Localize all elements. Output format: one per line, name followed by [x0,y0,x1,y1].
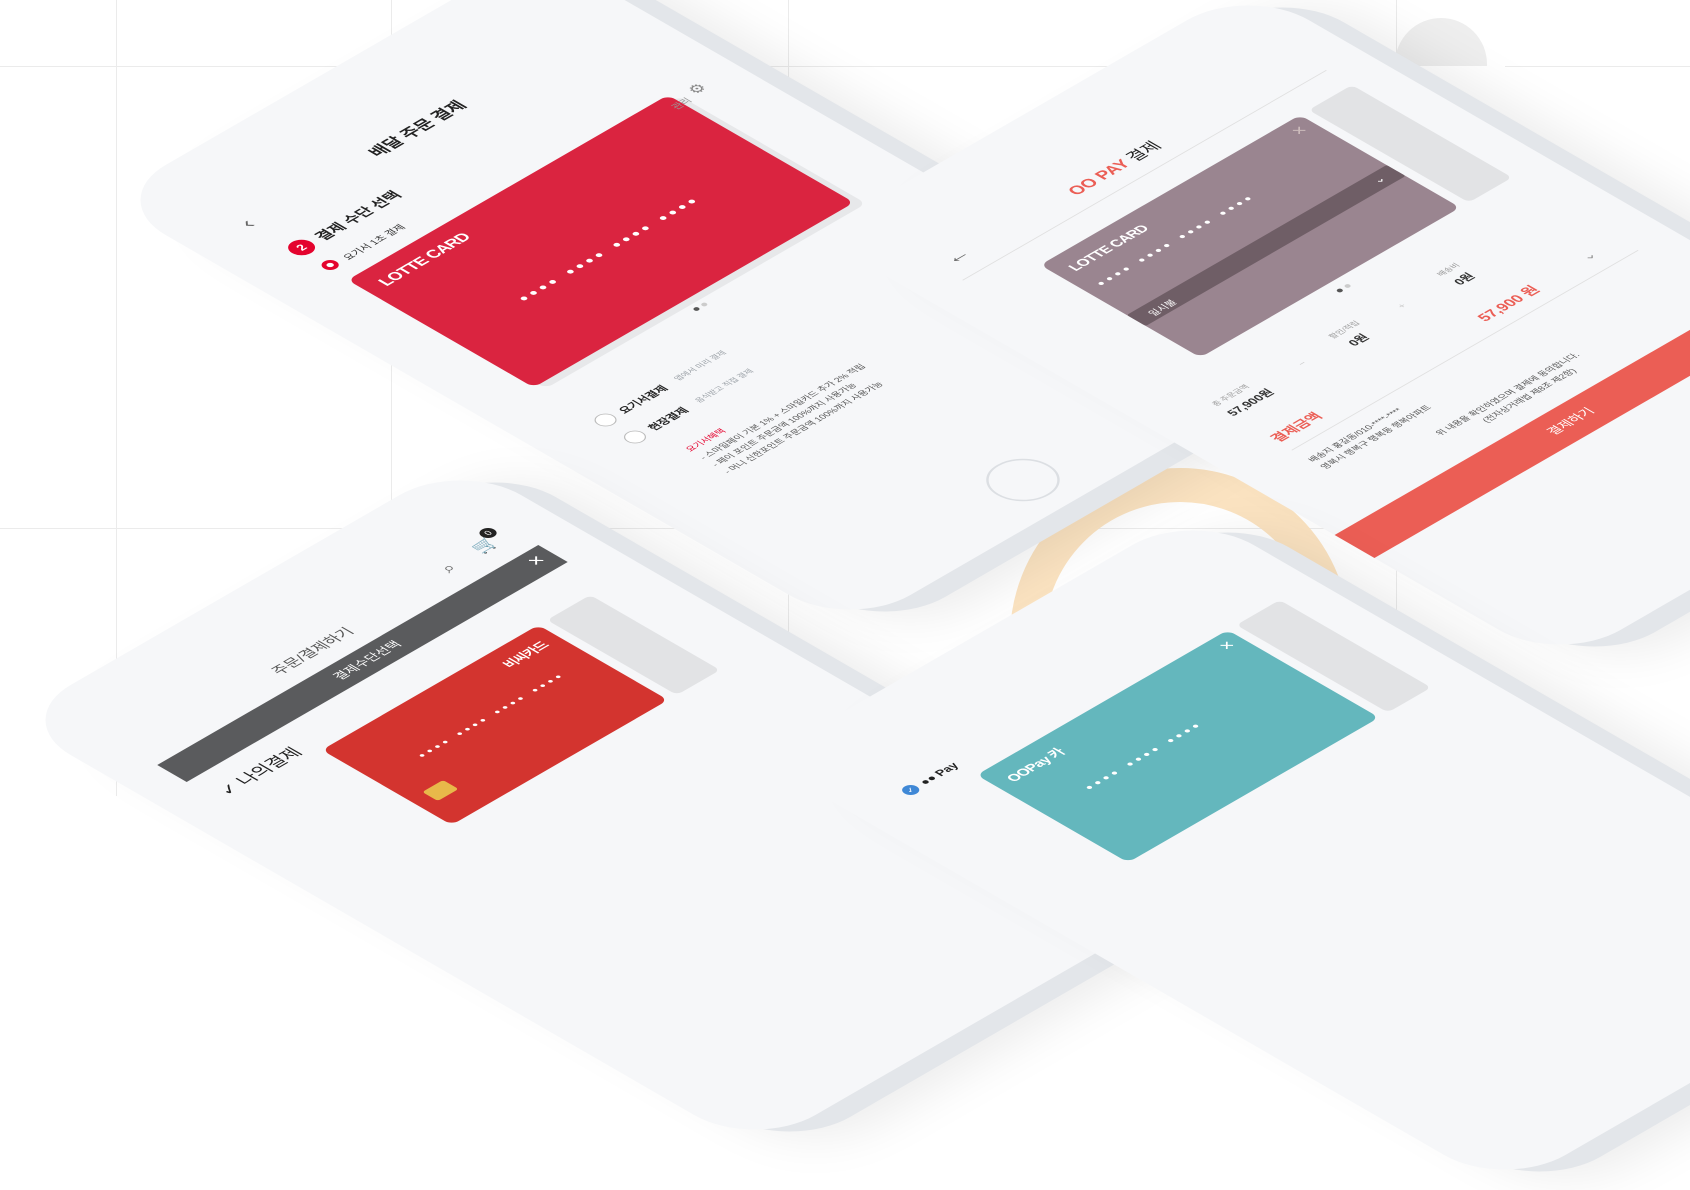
close-icon[interactable]: ✕ [1215,638,1239,652]
option-onsite-hint: 음식받고 직접 결제 [693,367,756,404]
amount-label: 결제금액 [1267,410,1326,444]
pay-check-icon: ✓ [898,782,923,797]
card-brand: 비씨카드 [499,639,553,670]
close-icon[interactable]: ✕ [1287,123,1311,137]
card-number: •••• •••• •••• •••• [512,192,709,306]
card-pager [1335,283,1352,293]
section-label-text: 나의결제 [231,744,307,788]
plus-sign: + [1395,302,1410,311]
card-chip [422,779,459,801]
pay-title-brand: OO PAY [1063,156,1135,198]
home-button[interactable] [971,449,1075,510]
benefit-line-1: - 스마일페이 기본 1% + 스마일카드 추가 2% 적립 [697,362,868,461]
card-pager [692,301,709,312]
card-number: •••• •••• •••• •••• [412,669,571,761]
delivery-value: 0원 [1450,271,1479,287]
minus-sign: − [1295,359,1311,368]
radio-yogiseo[interactable] [589,410,622,429]
search-icon[interactable]: ⌕ [435,560,461,575]
option-yogiseo: 요기서결제 [616,384,672,416]
pay-title-suffix: 결제 [1122,138,1166,165]
address-line-2: 영북시 행복구 행복동 행복아파트 [1318,403,1434,471]
chevron-down-icon[interactable]: ⌄ [1576,249,1600,263]
option-onsite: 현장결제 [646,406,692,433]
card-number: •••• •••• •••• [1080,718,1210,794]
step-badge: 2 [282,236,321,259]
amount-value: 57,900 원 [1474,283,1545,324]
benefit-line-2: - 페이 포인트 주문금액 100%까지 사용가능 [709,381,860,468]
pay-label: ●● Pay [915,760,962,787]
close-icon[interactable]: ✕ [524,553,550,568]
radio-1s-pay[interactable] [318,257,343,272]
pay-title: OO PAY 결제 [1059,136,1166,198]
card-brand: LOTTE CARD [375,230,475,289]
discount-value: 0원 [1344,332,1373,348]
chevron-left-icon[interactable]: ‹ [233,215,261,231]
arrow-left-icon[interactable]: ← [936,244,977,267]
radio-onsite[interactable] [619,427,651,446]
page-title: 배달 주문 결제 [364,98,471,160]
gear-icon[interactable]: ⚙ [684,81,711,97]
home-button[interactable] [1681,484,1690,545]
card-brand: OOPay 카 [1002,746,1069,784]
option-yogiseo-hint: 앱에서 미리 결제 [672,349,729,382]
lotte-card[interactable]: LOTTE CARD •••• •••• •••• •••• [347,94,855,388]
